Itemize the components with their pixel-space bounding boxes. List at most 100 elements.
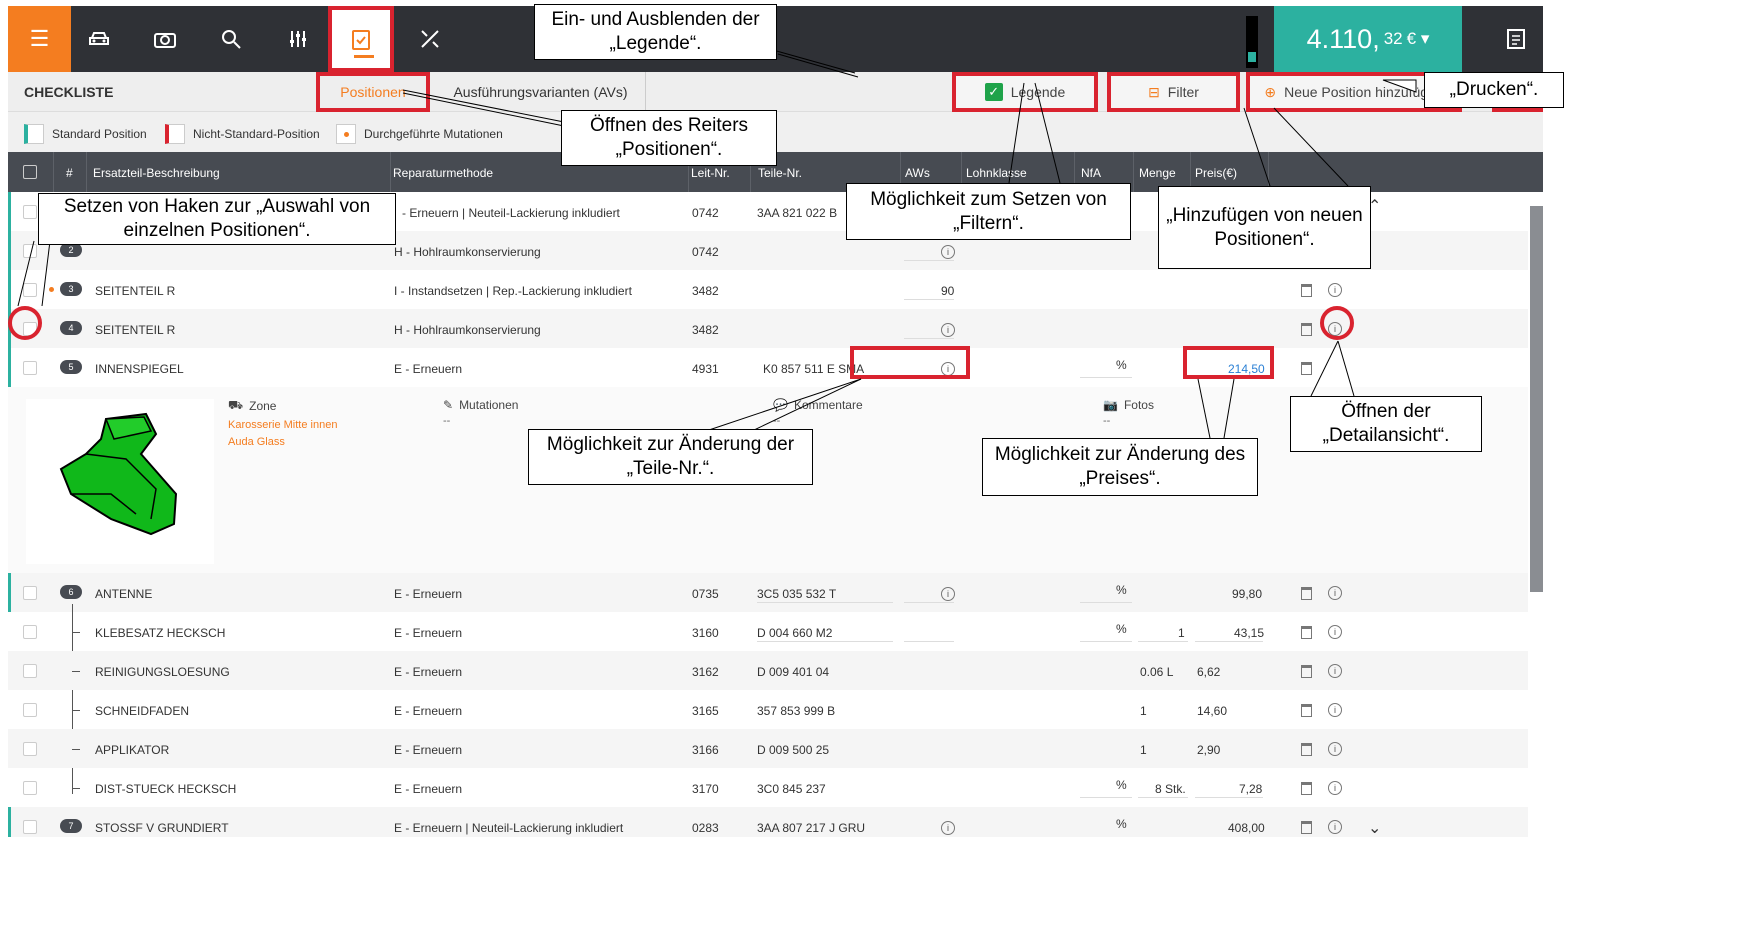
table-row[interactable]: 7 STOSSF V GRUNDIERT E - Erneuern | Neut… xyxy=(8,807,1528,837)
row-percent[interactable]: % xyxy=(1116,583,1127,597)
aws-info-icon[interactable]: i xyxy=(941,821,955,835)
row-checkbox[interactable] xyxy=(23,586,37,600)
info-icon[interactable]: i xyxy=(1328,664,1342,678)
col-menge[interactable]: Menge xyxy=(1139,166,1176,180)
col-lohn[interactable]: Lohnklasse xyxy=(966,166,1027,180)
row-checkbox[interactable] xyxy=(23,625,37,639)
scrollbar[interactable] xyxy=(1530,206,1543,592)
info-icon[interactable]: i xyxy=(1328,820,1342,834)
table-row[interactable]: REINIGUNGSLOESUNG E - Erneuern 3162 D 00… xyxy=(8,651,1528,690)
tools-icon[interactable] xyxy=(394,6,466,72)
row-teile[interactable]: 3AA 821 022 B xyxy=(757,206,837,220)
standard-swatch xyxy=(24,124,44,144)
camera-icon[interactable] xyxy=(129,6,201,72)
table-row[interactable]: APPLIKATOR E - Erneuern 3166 D 009 500 2… xyxy=(8,729,1528,768)
row-method: E - Erneuern xyxy=(394,626,463,640)
row-teile[interactable]: K0 857 511 E SMA xyxy=(763,362,864,376)
row-quantity[interactable]: 1 xyxy=(1140,704,1147,718)
row-checkbox[interactable] xyxy=(23,781,37,795)
trash-icon[interactable] xyxy=(1301,743,1312,756)
receipt-icon[interactable] xyxy=(1488,6,1543,72)
row-checkbox[interactable] xyxy=(23,283,37,297)
row-method: E - Erneuern xyxy=(394,362,463,376)
row-teile[interactable]: D 004 660 M2 xyxy=(757,626,832,640)
row-teile[interactable]: 3AA 807 217 J GRU xyxy=(757,821,865,835)
row-checkbox[interactable] xyxy=(23,742,37,756)
row-checkbox[interactable] xyxy=(23,664,37,678)
row-percent[interactable]: % xyxy=(1116,817,1127,831)
row-aws[interactable]: 90 xyxy=(941,284,954,298)
row-teile[interactable]: 357 853 999 B xyxy=(757,704,835,718)
trash-icon[interactable] xyxy=(1301,665,1312,678)
col-description[interactable]: Ersatzteil-Beschreibung xyxy=(93,166,220,180)
menu-icon[interactable]: ☰ xyxy=(8,6,71,72)
table-row[interactable]: 3 SEITENTEIL R I - Instandsetzen | Rep.-… xyxy=(8,270,1528,309)
row-teile[interactable]: 3C5 035 532 T xyxy=(757,587,836,601)
table-row[interactable]: SCHNEIDFADEN E - Erneuern 3165 357 853 9… xyxy=(8,690,1528,729)
row-price[interactable]: 6,62 xyxy=(1197,665,1220,679)
col-method[interactable]: Reparaturmethode xyxy=(393,166,493,180)
aws-info-icon[interactable]: i xyxy=(941,245,955,259)
row-teile[interactable]: 3C0 845 237 xyxy=(757,782,826,796)
select-all-checkbox[interactable] xyxy=(23,165,37,179)
row-price[interactable]: 43,15 xyxy=(1234,626,1264,640)
trash-icon[interactable] xyxy=(1301,626,1312,639)
row-price[interactable]: 408,00 xyxy=(1228,821,1265,835)
row-percent[interactable]: % xyxy=(1116,622,1127,636)
row-teile[interactable]: D 009 500 25 xyxy=(757,743,829,757)
trash-icon[interactable] xyxy=(1301,704,1312,717)
car-icon[interactable] xyxy=(63,6,135,72)
total-price-dropdown[interactable]: 4.110, 32 € ▾ xyxy=(1274,6,1462,72)
trash-icon[interactable] xyxy=(1301,323,1312,336)
legend-toggle-button[interactable]: ✓ Legende xyxy=(952,72,1098,112)
info-icon[interactable]: i xyxy=(1328,625,1342,639)
table-row[interactable]: 5 INNENSPIEGEL E - Erneuern 4931 K0 857 … xyxy=(8,348,1528,387)
table-row[interactable]: 6 ANTENNE E - Erneuern 0735 3C5 035 532 … xyxy=(8,573,1528,612)
trash-icon[interactable] xyxy=(1301,362,1312,375)
col-preis[interactable]: Preis(€) xyxy=(1195,166,1237,180)
search-icon[interactable] xyxy=(195,6,267,72)
tab-avs[interactable]: Ausführungsvarianten (AVs) xyxy=(436,72,646,112)
row-checkbox[interactable] xyxy=(23,820,37,834)
col-teile[interactable]: Teile-Nr. xyxy=(758,166,802,180)
row-price[interactable]: 14,60 xyxy=(1197,704,1227,718)
table-row[interactable]: KLEBESATZ HECKSCH E - Erneuern 3160 D 00… xyxy=(8,612,1528,651)
filter-button[interactable]: ⊟ Filter xyxy=(1107,72,1240,112)
row-percent[interactable]: % xyxy=(1116,778,1127,792)
row-checkbox[interactable] xyxy=(23,205,37,219)
row-quantity[interactable]: 8 Stk. xyxy=(1155,782,1186,796)
aws-info-icon[interactable]: i xyxy=(941,587,955,601)
legend-mutations-label: Durchgeführte Mutationen xyxy=(364,127,503,141)
table-row[interactable]: 4 SEITENTEIL R H - Hohlraumkonservierung… xyxy=(8,309,1528,348)
row-checkbox[interactable] xyxy=(23,244,37,258)
col-aws[interactable]: AWs xyxy=(905,166,930,180)
col-leit[interactable]: Leit-Nr. xyxy=(691,166,730,180)
trash-icon[interactable] xyxy=(1301,821,1312,834)
checklist-icon[interactable] xyxy=(328,6,394,72)
trash-icon[interactable] xyxy=(1301,284,1312,297)
row-price[interactable]: 99,80 xyxy=(1232,587,1262,601)
row-quantity[interactable]: 1 xyxy=(1178,626,1185,640)
col-num: # xyxy=(66,166,73,180)
row-teile[interactable]: D 009 401 04 xyxy=(757,665,829,679)
trash-icon[interactable] xyxy=(1301,587,1312,600)
tab-positions[interactable]: Positionen xyxy=(316,72,430,112)
info-icon[interactable]: i xyxy=(1328,781,1342,795)
info-icon[interactable]: i xyxy=(1328,703,1342,717)
row-quantity[interactable]: 0.06 L xyxy=(1140,665,1173,679)
aws-info-icon[interactable]: i xyxy=(941,323,955,337)
info-icon[interactable]: i xyxy=(1328,283,1342,297)
info-icon[interactable]: i xyxy=(1328,742,1342,756)
table-row[interactable]: DIST-STUECK HECKSCH E - Erneuern 3170 3C… xyxy=(8,768,1528,807)
info-icon[interactable]: i xyxy=(1328,586,1342,600)
row-checkbox[interactable] xyxy=(23,361,37,375)
row-checkbox[interactable] xyxy=(23,703,37,717)
row-price[interactable]: 2,90 xyxy=(1197,743,1220,757)
row-percent[interactable]: % xyxy=(1116,358,1127,372)
chevron-down-icon[interactable]: ⌄ xyxy=(1368,818,1381,838)
row-quantity[interactable]: 1 xyxy=(1140,743,1147,757)
row-price[interactable]: 7,28 xyxy=(1239,782,1262,796)
col-nfa[interactable]: NfA xyxy=(1081,166,1101,180)
trash-icon[interactable] xyxy=(1301,782,1312,795)
sliders-icon[interactable] xyxy=(262,6,334,72)
